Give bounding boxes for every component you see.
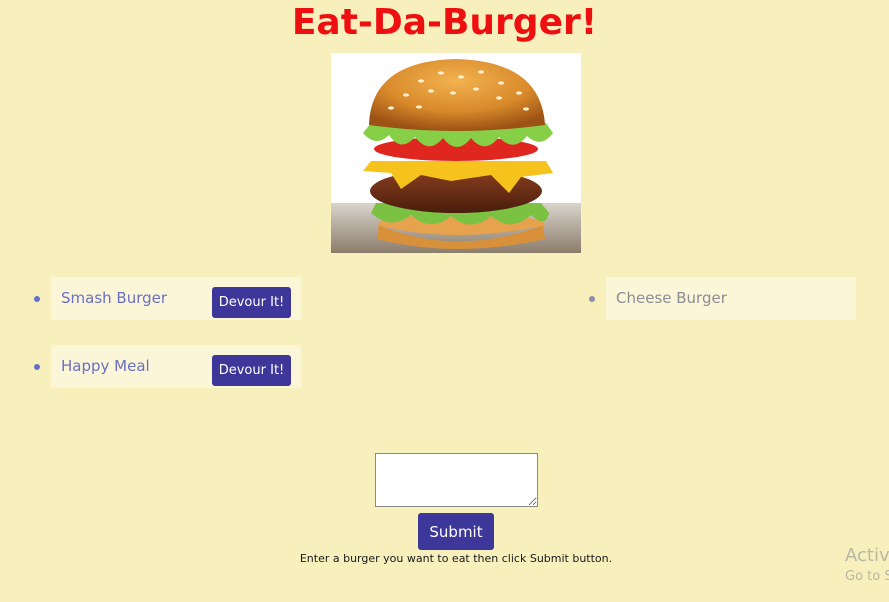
burger-name: Happy Meal — [61, 357, 150, 375]
burger-image — [331, 53, 581, 253]
list-item: Cheese Burger — [589, 277, 856, 320]
submit-button[interactable]: Submit — [418, 513, 494, 550]
page-title: Eat-Da-Burger! — [291, 2, 598, 43]
burger-input[interactable] — [375, 453, 538, 507]
watermark-title: Activate Windows — [845, 545, 889, 566]
page: Eat-Da-Burger! Smash Burger Devour It! H… — [0, 0, 889, 602]
devoured-burgers-list: Cheese Burger — [585, 277, 856, 345]
devour-button[interactable]: Devour It! — [212, 287, 291, 318]
watermark-subtitle: Go to Settings to activate Windows. — [845, 569, 889, 584]
instruction-text: Enter a burger you want to eat then clic… — [299, 552, 613, 565]
burgers-to-eat-list: Smash Burger Devour It! Happy Meal Devou… — [30, 277, 301, 413]
bullet-icon — [34, 364, 40, 370]
burger-name: Smash Burger — [61, 289, 168, 307]
list-item: Smash Burger Devour It! — [34, 277, 301, 320]
burger-name: Cheese Burger — [616, 289, 727, 307]
devour-button[interactable]: Devour It! — [212, 355, 291, 386]
list-item: Happy Meal Devour It! — [34, 345, 301, 388]
bullet-icon — [589, 296, 595, 302]
burger-photo — [331, 53, 581, 253]
activate-windows-watermark: Activate Windows Go to Settings to activ… — [845, 545, 889, 587]
bullet-icon — [34, 296, 40, 302]
